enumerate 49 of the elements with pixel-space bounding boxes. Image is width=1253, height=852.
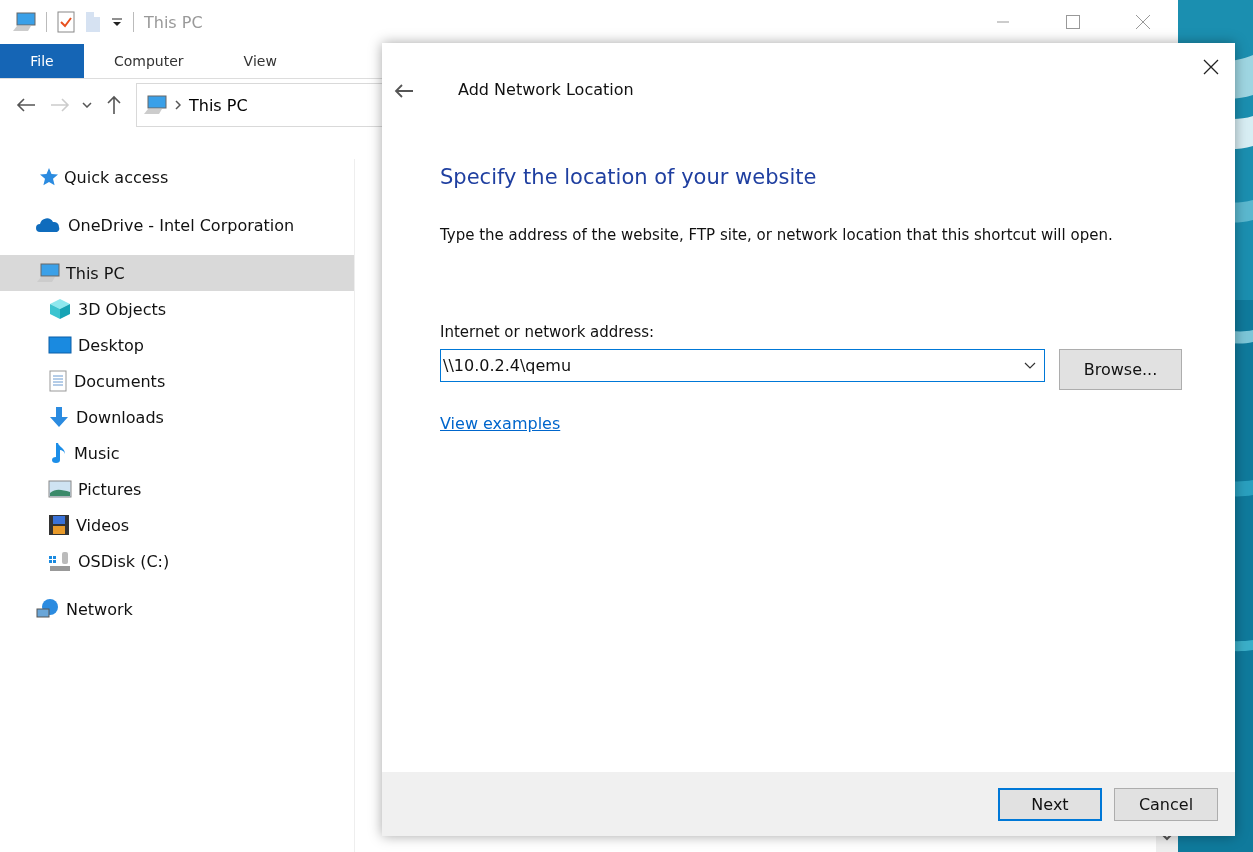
back-arrow-icon [16,97,36,113]
chevron-down-icon [1024,362,1036,369]
chevron-down-icon [82,102,92,108]
dialog-button[interactable]: Next [998,787,1102,821]
description: Type the address of the website, FTP site, or network location that this shortcut will open. [440,226,1114,244]
checklist-icon [57,11,75,33]
desktop-icon [48,335,72,355]
drive-icon [48,550,72,572]
forward-arrow-icon [50,97,70,113]
chevron-right-icon [175,100,181,110]
film-icon [48,514,70,536]
nav-item[interactable]: Pictures [0,471,354,507]
nav-item[interactable]: Network [0,591,354,627]
maximize-icon[interactable] [1066,15,1080,29]
close-icon[interactable] [1203,59,1219,75]
window-title: This PC [144,12,203,32]
landscape-icon [48,480,72,498]
browse-button[interactable]: Browse... [1059,349,1182,390]
back-arrow-icon [394,83,414,99]
globe-icon [36,598,60,620]
cloud-icon [36,217,62,233]
path-segment[interactable]: This PC [189,95,248,115]
document-icon [48,370,68,392]
nav-item[interactable]: OSDisk (C:) [0,543,354,579]
computer-icon [12,12,36,32]
nav-item[interactable]: 3D Objects [0,291,354,327]
nav-item[interactable]: OneDrive - Intel Corporation [0,207,354,243]
ribbon-tab[interactable]: Computer [84,44,214,78]
dropdown-icon [111,16,123,28]
folder-icon [85,11,101,33]
ribbon-tab[interactable]: View [213,44,307,78]
nav-item[interactable]: Downloads [0,399,354,435]
down-arrow-icon [48,406,70,428]
dialog-button[interactable]: Cancel [1114,787,1218,821]
nav-item[interactable]: This PC [0,255,354,291]
nav-item[interactable]: Documents [0,363,354,399]
field-label: Internet or network address: [440,323,656,341]
cube-icon [48,298,72,320]
heading: Specify the location of your website [440,165,818,189]
up-arrow-icon [106,95,122,115]
nav-item[interactable]: Quick access [0,159,354,195]
nav-item[interactable]: Music [0,435,354,471]
address-combobox[interactable]: \\10.0.2.4\qemu [440,349,1045,382]
computer-icon [143,95,167,115]
ribbon-tab[interactable]: File [0,44,84,78]
computer-icon [36,263,60,283]
examples-link[interactable]: View examples [440,414,561,433]
nav-item[interactable]: Videos [0,507,354,543]
nav-item[interactable]: Desktop [0,327,354,363]
